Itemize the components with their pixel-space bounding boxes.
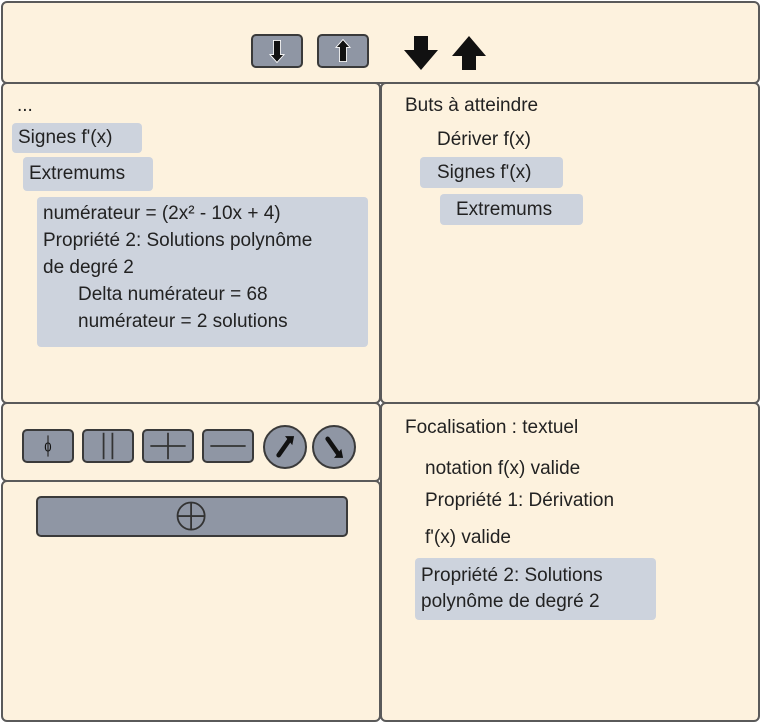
goal-item-derive[interactable]: Dériver f(x) <box>437 129 531 151</box>
add-step-button[interactable] <box>36 496 348 537</box>
focus-panel: Focalisation : textuel notation f(x) val… <box>380 402 760 722</box>
down-arrow-in-box-icon <box>268 39 286 64</box>
collapsed-steps-ellipsis[interactable]: ... <box>17 95 33 117</box>
proof-step-signs-label: Signes f'(x) <box>18 127 113 148</box>
goals-panel: Buts à atteindre Dériver f(x) Signes f'(… <box>380 82 760 404</box>
proof-line-degree: de degré 2 <box>43 257 134 278</box>
proof-step-signs[interactable]: Signes f'(x) <box>12 123 142 153</box>
focus-item-notation[interactable]: notation f(x) valide <box>425 458 580 480</box>
circle-plus-icon <box>176 501 206 531</box>
add-term-button[interactable] <box>142 429 194 463</box>
goals-title: Buts à atteindre <box>405 95 539 116</box>
up-arrow-in-box-icon <box>334 38 352 63</box>
top-toolbar <box>1 1 760 84</box>
proof-line-numerator: numérateur = (2x² - 10x + 4) <box>43 203 281 224</box>
zero-icon-label: 0 <box>44 439 51 454</box>
focus-title: Focalisation : textuel <box>405 417 579 438</box>
split-button[interactable] <box>82 429 134 463</box>
move-up-button[interactable] <box>317 34 369 68</box>
zero-icon: 0 <box>44 435 52 457</box>
proof-line-property: Propriété 2: Solutions polynôme <box>43 230 313 251</box>
thick-down-arrow-icon[interactable] <box>401 33 441 73</box>
proof-detail-block[interactable]: numérateur = (2x² - 10x + 4) Propriété 2… <box>37 197 368 347</box>
plus-icon <box>150 432 186 460</box>
increase-button[interactable] <box>263 425 307 469</box>
tools-panel: 0 <box>1 402 381 482</box>
split-vertical-icon <box>102 432 114 460</box>
focus-item-property2-line2: polynôme de degré 2 <box>421 591 600 612</box>
remove-term-button[interactable] <box>202 429 254 463</box>
zero-button[interactable]: 0 <box>22 429 74 463</box>
focus-item-property2-line1: Propriété 2: Solutions <box>421 565 603 586</box>
move-down-button[interactable] <box>251 34 303 68</box>
proof-tree-panel: ... Signes f'(x) Extremums numérateur = … <box>1 82 381 404</box>
arrow-up-right-icon <box>276 436 295 458</box>
goal-item-signs-label: Signes f'(x) <box>437 162 532 183</box>
proof-step-extremums-label: Extremums <box>29 163 126 184</box>
arrow-down-right-icon <box>325 436 344 458</box>
proof-step-extremums[interactable]: Extremums <box>23 157 153 191</box>
goal-item-extremums-label: Extremums <box>456 199 553 220</box>
proof-line-delta: Delta numérateur = 68 <box>78 284 268 305</box>
focus-item-property1[interactable]: Propriété 1: Dérivation <box>425 490 614 512</box>
goal-item-signs[interactable]: Signes f'(x) <box>420 157 563 188</box>
goal-item-extremums[interactable]: Extremums <box>440 194 583 225</box>
focus-item-property2[interactable]: Propriété 2: Solutions polynôme de degré… <box>415 558 656 620</box>
minus-icon <box>210 445 246 447</box>
thick-up-arrow-icon[interactable] <box>449 33 489 73</box>
focus-item-derivative[interactable]: f'(x) valide <box>425 527 511 549</box>
work-panel <box>1 480 381 722</box>
decrease-button[interactable] <box>312 425 356 469</box>
proof-line-solutions: numérateur = 2 solutions <box>78 311 288 332</box>
